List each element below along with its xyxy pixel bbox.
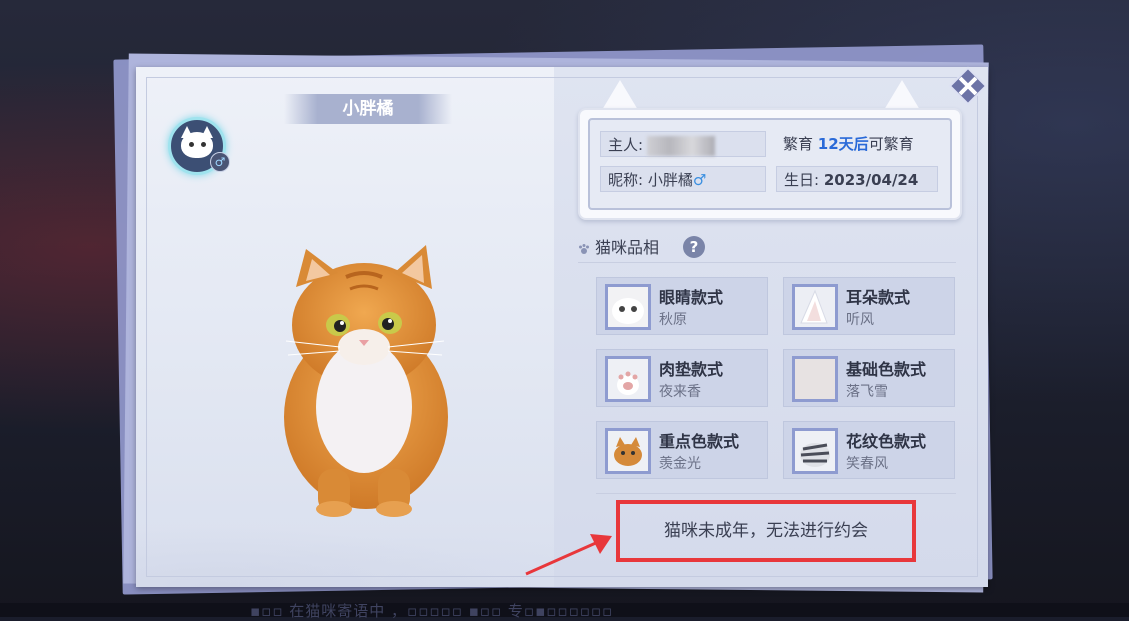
wave-decoration [136, 517, 554, 587]
red-arrow-annotation [525, 534, 612, 576]
point-color-thumbnail [605, 428, 651, 474]
cat-name-banner: 小胖橘 [284, 94, 452, 124]
orange-cat-illustration [284, 245, 448, 517]
close-button[interactable] [948, 66, 988, 106]
cat-ear-icon [795, 287, 835, 327]
trait-value: 笑春风 [846, 456, 888, 472]
male-icon: ♂ [210, 152, 230, 172]
birthday-label: 生日: [784, 171, 820, 189]
trait-pattern-color[interactable]: 花纹色款式 笑春风 [783, 421, 955, 479]
trait-value: 羡金光 [659, 456, 701, 472]
birthday-value: 2023/04/24 [823, 171, 919, 189]
paw-pad-icon [608, 359, 648, 399]
breed-days: 12天后 [817, 135, 869, 153]
tabby-cat-icon [795, 431, 835, 471]
trait-title: 基础色款式 [846, 360, 927, 379]
trait-point-color[interactable]: 重点色款式 羡金光 [596, 421, 768, 479]
trait-ears[interactable]: 耳朵款式 听风 [783, 277, 955, 335]
trait-value: 听风 [846, 312, 874, 328]
cat-model[interactable] [266, 237, 466, 517]
nickname-value: 小胖橘 [647, 171, 693, 189]
trait-title: 耳朵款式 [846, 288, 911, 307]
card-ear-left [602, 80, 638, 110]
cat-avatar-icon [181, 132, 213, 158]
trait-title: 花纹色款式 [846, 432, 927, 451]
pattern-thumbnail [792, 428, 838, 474]
trait-value: 秋原 [659, 312, 687, 328]
eyes-thumbnail [605, 284, 651, 330]
avatar-eye [189, 142, 194, 147]
close-icon [948, 66, 988, 106]
bottom-hint-text: ▪▫▫ 在猫咪寄语中 ，▫▫▫▫▫ ▪▫▫ 专▫▪▫▫▫▫▫▫ [250, 602, 614, 620]
avatar-eye [201, 142, 206, 147]
bottom-bar: ▪▫▫ 在猫咪寄语中 ，▫▫▫▫▫ ▪▫▫ 专▫▪▫▫▫▫▫▫ [0, 602, 1129, 620]
base-color-swatch [792, 356, 838, 402]
trait-title: 肉垫款式 [659, 360, 724, 379]
trait-base-color[interactable]: 基础色款式 落飞雪 [783, 349, 955, 407]
help-icon[interactable]: ? [683, 236, 705, 258]
cat-info-card [578, 108, 962, 220]
trait-title: 重点色款式 [659, 432, 740, 451]
trait-eyes[interactable]: 眼睛款式 秋原 [596, 277, 768, 335]
paw-icon [579, 243, 589, 254]
card-ear-right [884, 80, 920, 110]
owner-name-redacted [647, 135, 716, 156]
traits-title-text: 猫咪品相 [595, 238, 660, 257]
traits-divider [596, 493, 956, 494]
highlight-box [616, 500, 916, 562]
trait-value: 夜来香 [659, 384, 701, 400]
paw-pad-thumbnail [605, 356, 651, 402]
trait-title: 眼睛款式 [659, 288, 724, 307]
breed-field: 繁育 12天后可繁育 [776, 131, 938, 157]
orange-cat-icon [608, 431, 648, 471]
breed-suffix: 可繁育 [868, 135, 914, 153]
section-divider [578, 262, 956, 263]
breed-label: 繁育 [783, 135, 814, 153]
male-icon: ♂ [692, 171, 707, 189]
nickname-label: 昵称: [608, 171, 644, 189]
nickname-field: 昵称: 小胖橘♂ [600, 166, 766, 192]
trait-paw-pad[interactable]: 肉垫款式 夜来香 [596, 349, 768, 407]
cat-face-icon [608, 287, 648, 327]
traits-section-title: 猫咪品相 [578, 236, 659, 260]
owner-field: 主人: [600, 131, 766, 157]
owner-label: 主人: [608, 136, 644, 154]
birthday-field: 生日: 2023/04/24 [776, 166, 938, 192]
ears-thumbnail [792, 284, 838, 330]
trait-value: 落飞雪 [846, 384, 888, 400]
